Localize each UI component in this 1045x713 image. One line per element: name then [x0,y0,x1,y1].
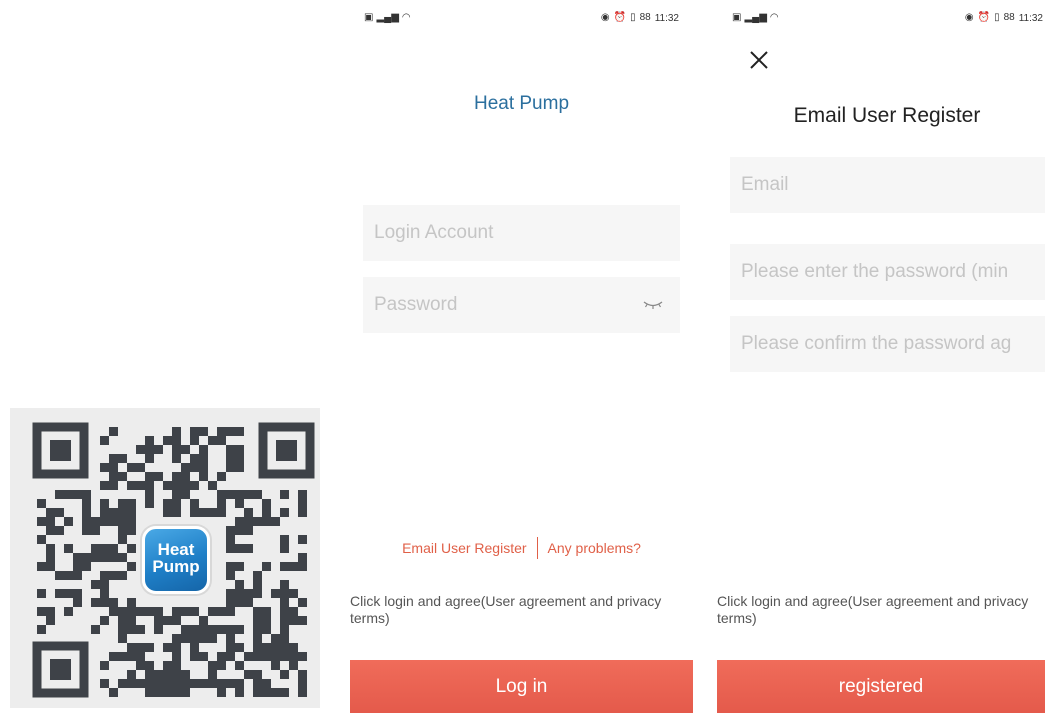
agreement-text[interactable]: Click login and agree(User agreement and… [717,593,1037,627]
signal-icon: ▂▄▆ [376,12,399,23]
signal-icon: ▂▄▆ [744,12,767,23]
app-icon-line1: Heat [157,540,195,559]
status-time: 11:32 [654,12,679,24]
battery-icon: 88 [639,12,651,23]
status-bar: ▣ ▂▄▆ ◠ ◉ ⏰ ▯ 88 11:32 [717,12,1045,26]
status-time: 11:32 [1018,12,1043,24]
alarm-icon: ⏰ [613,12,627,23]
agreement-text[interactable]: Click login and agree(User agreement and… [350,593,680,627]
new-password-field[interactable] [730,244,1045,300]
register-button[interactable]: registered [717,660,1045,713]
link-divider [536,537,538,559]
close-icon[interactable] [747,48,771,72]
vibrate-icon: ▯ [994,12,1000,23]
qr-code-panel: Heat Pump [10,408,320,708]
password-input[interactable] [363,277,680,333]
status-right-icons: ◉ ⏰ ▯ 88 11:32 [601,12,679,24]
status-bar: ▣ ▂▄▆ ◠ ◉ ⏰ ▯ 88 11:32 [350,12,693,26]
status-right-icons: ◉ ⏰ ▯ 88 11:32 [965,12,1043,24]
wifi-icon: ◠ [769,12,779,23]
email-input[interactable] [730,157,1045,213]
register-screen: ▣ ▂▄▆ ◠ ◉ ⏰ ▯ 88 11:32 Email User Regist… [717,0,1045,713]
any-problems-link[interactable]: Any problems? [548,540,641,556]
app-icon-line2: Pump [152,557,200,576]
sim-icon: ▣ [732,12,742,23]
status-left-icons: ▣ ▂▄▆ ◠ [732,12,779,24]
wifi-icon: ◠ [401,12,411,23]
email-field[interactable] [730,157,1045,213]
login-account-input[interactable] [363,205,680,261]
login-screen: ▣ ▂▄▆ ◠ ◉ ⏰ ▯ 88 11:32 Heat Pump Email U… [350,0,693,713]
eye-care-icon: ◉ [600,12,610,23]
auth-links-row: Email User Register Any problems? [350,537,693,559]
confirm-password-input[interactable] [730,316,1045,372]
status-left-icons: ▣ ▂▄▆ ◠ [364,12,411,24]
alarm-icon: ⏰ [977,12,991,23]
new-password-input[interactable] [730,244,1045,300]
heat-pump-app-icon: Heat Pump [142,526,210,594]
login-account-field[interactable] [363,205,680,261]
app-title: Heat Pump [473,93,570,114]
register-title: Email User Register [793,104,981,127]
battery-icon: 88 [1003,12,1015,23]
password-field[interactable] [363,277,680,333]
email-register-link[interactable]: Email User Register [402,540,526,556]
login-button[interactable]: Log in [350,660,693,713]
vibrate-icon: ▯ [630,12,636,23]
confirm-password-field[interactable] [730,316,1045,372]
sim-icon: ▣ [364,12,374,23]
eye-care-icon: ◉ [964,12,974,23]
eye-closed-icon[interactable] [643,297,663,311]
